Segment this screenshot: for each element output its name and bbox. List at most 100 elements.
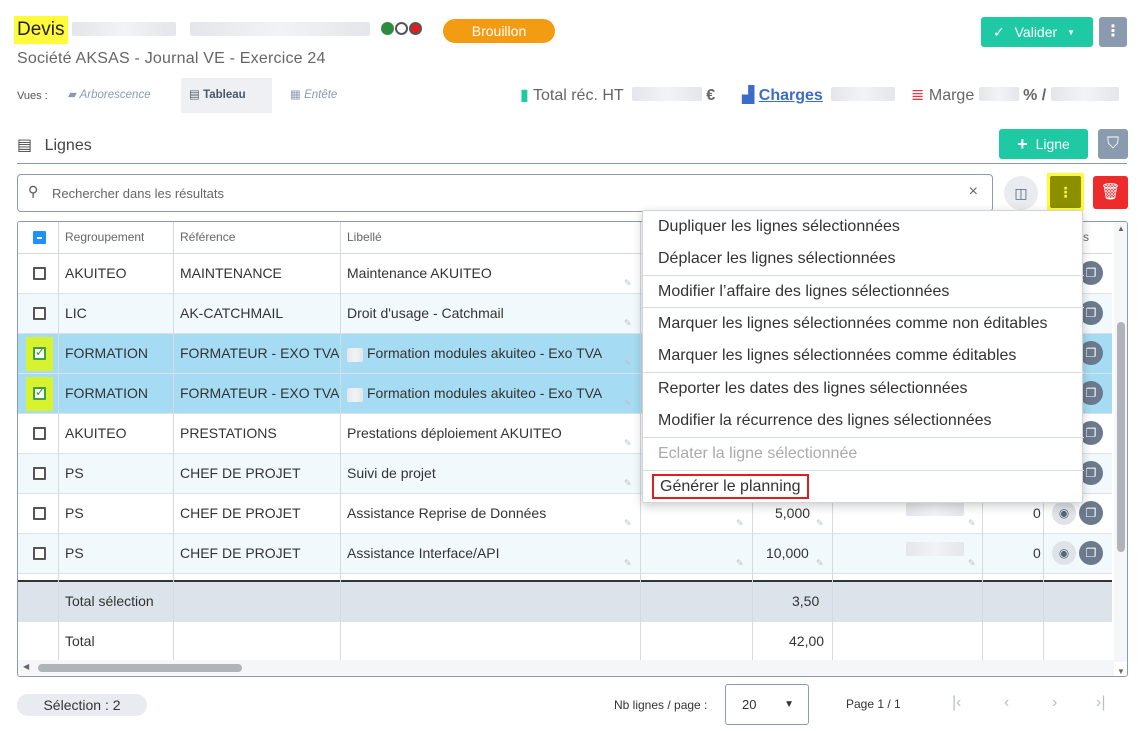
actions-menu-button[interactable]: ⋮ (1047, 173, 1084, 211)
menu-item[interactable]: Générer le planning (643, 471, 1084, 503)
edit-icon[interactable]: ✎ (624, 478, 632, 489)
kpi-charges-label[interactable]: Charges (759, 87, 823, 104)
row-checkbox[interactable] (33, 345, 46, 360)
header-libelle[interactable]: Libellé (347, 222, 382, 254)
validate-label: Valider (1014, 24, 1058, 40)
menu-item[interactable]: Déplacer les lignes sélectionnées (643, 243, 1084, 275)
menu-item[interactable]: Reporter les dates des lignes sélectionn… (643, 373, 1084, 405)
menu-item[interactable]: Modifier la récurrence des lignes sélect… (643, 405, 1084, 437)
tab-tableau[interactable]: ▤ Tableau (181, 78, 272, 113)
plus-icon: + (1017, 134, 1028, 154)
menu-item[interactable]: Marquer les lignes sélectionnées comme é… (643, 340, 1084, 372)
add-line-button[interactable]: + Ligne (999, 129, 1088, 159)
copy-icon[interactable]: ❐ (1079, 501, 1103, 525)
edit-icon[interactable]: ✎ (624, 438, 632, 449)
per-page-select[interactable]: 20 ▼ (725, 684, 809, 725)
kpi-total-unit: € (706, 87, 716, 104)
edit-icon[interactable]: ✎ (968, 518, 976, 529)
edit-icon[interactable]: ✎ (816, 518, 824, 529)
edit-icon[interactable]: ✎ (736, 558, 744, 569)
next-page-icon[interactable]: › (1052, 694, 1057, 712)
basket-icon: ⛉ (1106, 135, 1119, 152)
kpi-total: ▮ Total réc. HT € (520, 85, 715, 105)
header-reference[interactable]: Référence (180, 222, 235, 254)
header-regroupement[interactable]: Regroupement (65, 222, 144, 254)
page-info: Page 1 / 1 (846, 697, 901, 711)
edit-icon[interactable]: ✎ (624, 278, 632, 289)
edit-icon[interactable]: ✎ (624, 358, 632, 369)
clear-search-icon[interactable]: × (969, 183, 978, 201)
tab-arborescence[interactable]: ▰ Arborescence (60, 78, 159, 113)
kpi-marge: ≣ Marge % / (911, 85, 1119, 105)
eye-icon[interactable]: ◉ (1052, 541, 1076, 565)
menu-item-label: Marquer les lignes sélectionnées comme é… (658, 347, 1017, 364)
menu-item: Eclater la ligne sélectionnée (643, 438, 1084, 470)
per-page-value: 20 (742, 697, 757, 712)
horizontal-scrollbar[interactable]: ◀ (18, 660, 1114, 676)
cell-regroupement: AKUITEO (65, 425, 127, 441)
copy-icon[interactable]: ❐ (1079, 541, 1103, 565)
scroll-left-icon[interactable]: ◀ (23, 662, 29, 671)
select-all-checkbox[interactable] (33, 231, 46, 244)
edit-icon[interactable]: ✎ (624, 558, 632, 569)
basket-button[interactable]: ⛉ (1098, 129, 1128, 159)
col-divider (173, 222, 174, 660)
menu-item-label: Reporter les dates des lignes sélectionn… (658, 380, 968, 397)
search-input[interactable]: Rechercher dans les résultats (52, 186, 224, 201)
delete-button[interactable]: 🗑 (1093, 176, 1128, 209)
tab-label: Entête (304, 89, 338, 101)
edit-icon[interactable]: ✎ (624, 518, 632, 529)
total-label: Total (65, 633, 95, 649)
vertical-scroll-thumb[interactable] (1117, 322, 1125, 552)
row-checkbox[interactable] (33, 385, 46, 400)
col-divider (340, 222, 341, 660)
edit-icon[interactable]: ✎ (816, 558, 824, 569)
table-row[interactable]: PS CHEF DE PROJET Assistance Interface/API… (18, 534, 1112, 574)
bar-chart-icon: ▟ (742, 87, 755, 104)
last-page-icon[interactable]: ›| (1096, 694, 1105, 712)
search-bar[interactable]: ⚲ Rechercher dans les résultats × (17, 174, 993, 212)
menu-item[interactable]: Dupliquer les lignes sélectionnées (643, 211, 1084, 243)
row-checkbox[interactable] (33, 307, 46, 320)
cell-reference: AK-CATCHMAIL (180, 305, 284, 321)
edit-icon[interactable]: ✎ (968, 558, 976, 569)
row-checkbox[interactable] (33, 267, 46, 280)
scroll-down-icon[interactable]: ▼ (1117, 667, 1125, 676)
menu-item[interactable]: Marquer les lignes sélectionnées comme n… (643, 308, 1084, 340)
cell-libelle: Assistance Interface/API (347, 545, 500, 561)
file-dollar-icon: ▮ (520, 87, 529, 104)
cell-regroupement: PS (65, 465, 84, 481)
cell-reference: FORMATEUR - EXO TVA (180, 385, 340, 401)
cell-reference: CHEF DE PROJET (180, 505, 301, 521)
kpi-charges[interactable]: ▟ Charges (742, 85, 896, 105)
more-options-button[interactable]: ⋮ (1099, 17, 1127, 47)
validate-button[interactable]: ✓ Valider ▼ (981, 17, 1093, 47)
row-checkbox[interactable] (33, 427, 46, 440)
menu-item[interactable]: Modifier l’affaire des lignes sélectionn… (643, 276, 1084, 308)
edit-icon[interactable]: ✎ (624, 398, 632, 409)
total-value: 42,00 (789, 633, 825, 649)
horizontal-scroll-thumb[interactable] (38, 664, 242, 672)
trash-icon: 🗑 (1100, 184, 1121, 201)
eye-icon[interactable]: ◉ (1052, 501, 1076, 525)
row-checkbox[interactable] (33, 507, 46, 520)
edit-icon[interactable]: ✎ (736, 518, 744, 529)
tab-entete[interactable]: ▦ Entête (282, 78, 345, 113)
vertical-scrollbar[interactable]: ▲ ▼ (1114, 222, 1127, 676)
kpi-marge-label: Marge (928, 87, 975, 104)
columns-button[interactable]: ◫ (1004, 176, 1038, 210)
add-line-label: Ligne (1035, 136, 1070, 152)
first-page-icon[interactable]: |‹ (952, 694, 961, 712)
cell-libelle: Formation modules akuiteo - Exo TVA (367, 345, 603, 361)
menu-item-label: Modifier l’affaire des lignes sélectionn… (658, 283, 950, 300)
row-checkbox[interactable] (33, 547, 46, 560)
row-checkbox[interactable] (33, 467, 46, 480)
cell-libelle: Droit d'usage - Catchmail (347, 305, 504, 321)
menu-item-label: Eclater la ligne sélectionnée (658, 445, 858, 462)
redacted-marge-percent (978, 87, 1019, 101)
scroll-up-icon[interactable]: ▲ (1117, 224, 1125, 233)
redacted-value (906, 542, 964, 556)
prev-page-icon[interactable]: ‹ (1004, 694, 1009, 712)
edit-icon[interactable]: ✎ (624, 318, 632, 329)
total-row: Total 42,00 (18, 622, 1112, 662)
